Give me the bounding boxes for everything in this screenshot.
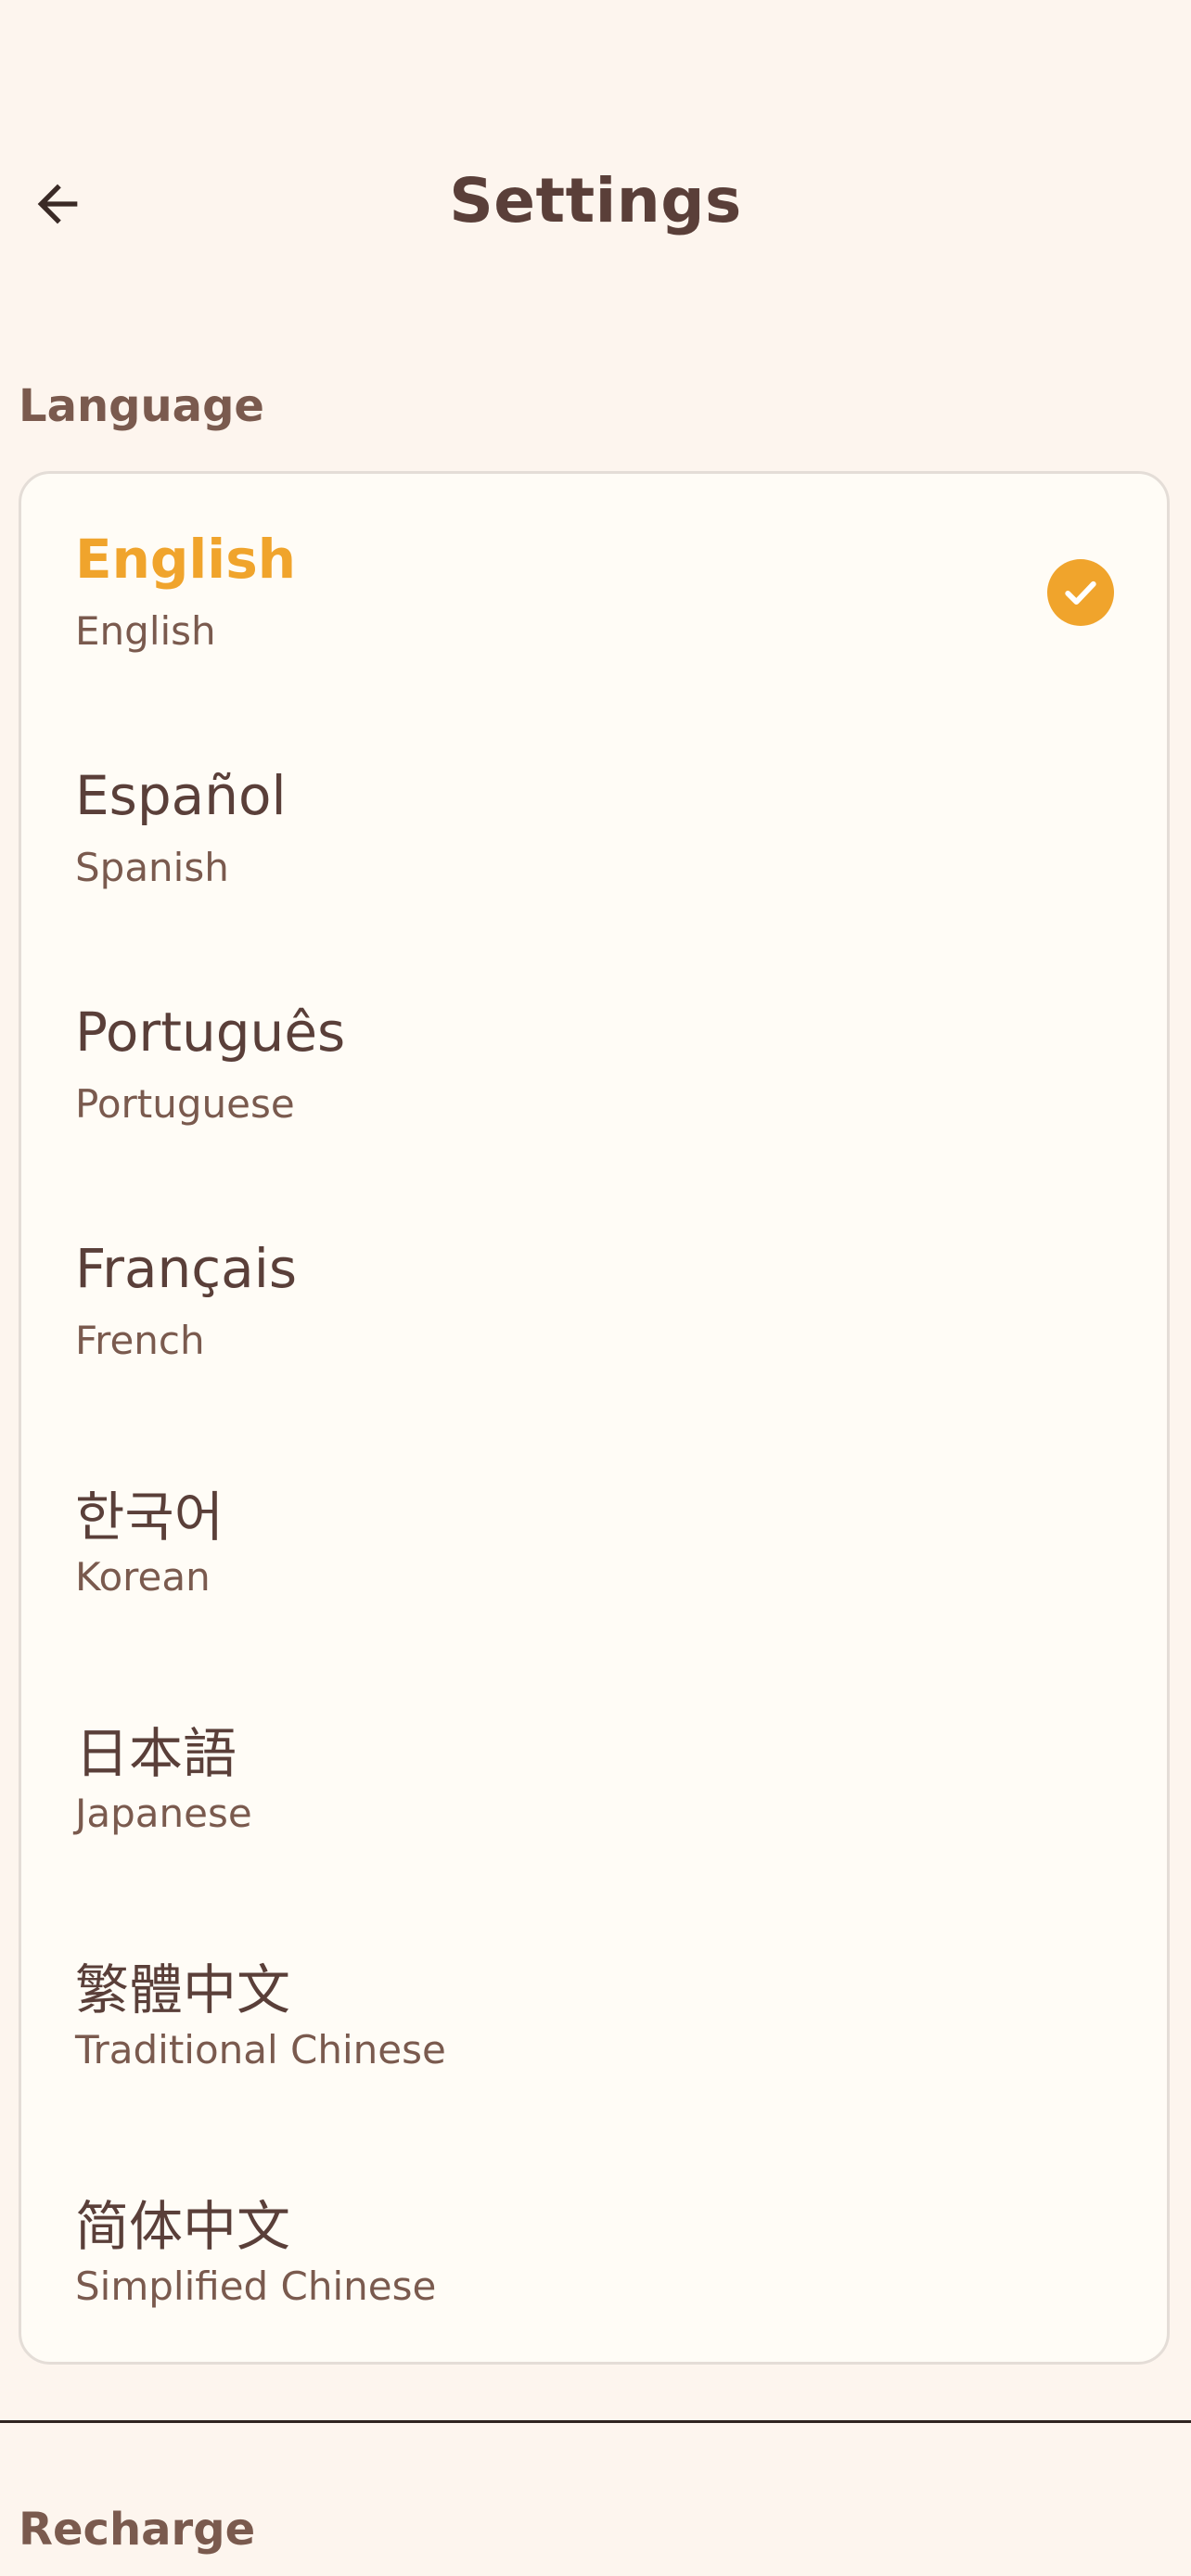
language-item-traditional-chinese[interactable]: 繁體中文 Traditional Chinese (21, 1893, 1167, 2129)
language-english-name: French (75, 1318, 205, 1363)
language-native-name: 한국어 (75, 1486, 224, 1549)
language-native-name: Français (75, 1237, 298, 1300)
language-item-french[interactable]: Français French (21, 1183, 1167, 1420)
language-native-name: 日本語 (75, 1722, 237, 1785)
language-english-name: Simplified Chinese (75, 2264, 437, 2309)
recharge-section-label: Recharge (19, 2504, 256, 2556)
language-english-name: Traditional Chinese (75, 2027, 446, 2072)
language-item-portuguese[interactable]: Português Portuguese (21, 947, 1167, 1183)
page-title: Settings (449, 165, 742, 236)
language-native-name: Português (75, 1001, 346, 1064)
language-native-name: 简体中文 (75, 2195, 291, 2258)
language-english-name: Korean (75, 1554, 211, 1600)
language-item-simplified-chinese[interactable]: 简体中文 Simplified Chinese (21, 2129, 1167, 2366)
check-circle-icon (1047, 559, 1114, 626)
language-item-spanish[interactable]: Español Spanish (21, 710, 1167, 947)
language-english-name: Spanish (75, 845, 229, 890)
section-divider (0, 2420, 1191, 2423)
language-native-name: English (75, 528, 297, 591)
language-native-name: Español (75, 764, 287, 827)
language-item-japanese[interactable]: 日本語 Japanese (21, 1656, 1167, 1893)
language-section-label: Language (19, 380, 264, 432)
language-list: English English Español Spanish Portuguê… (19, 471, 1170, 2365)
check-icon (1065, 580, 1096, 606)
language-item-english[interactable]: English English (21, 474, 1167, 710)
language-english-name: Portuguese (75, 1081, 295, 1127)
language-native-name: 繁體中文 (75, 1958, 291, 2021)
language-english-name: English (75, 608, 216, 654)
language-english-name: Japanese (75, 1791, 252, 1836)
app-bar: Settings (0, 139, 1191, 274)
language-item-korean[interactable]: 한국어 Korean (21, 1420, 1167, 1656)
